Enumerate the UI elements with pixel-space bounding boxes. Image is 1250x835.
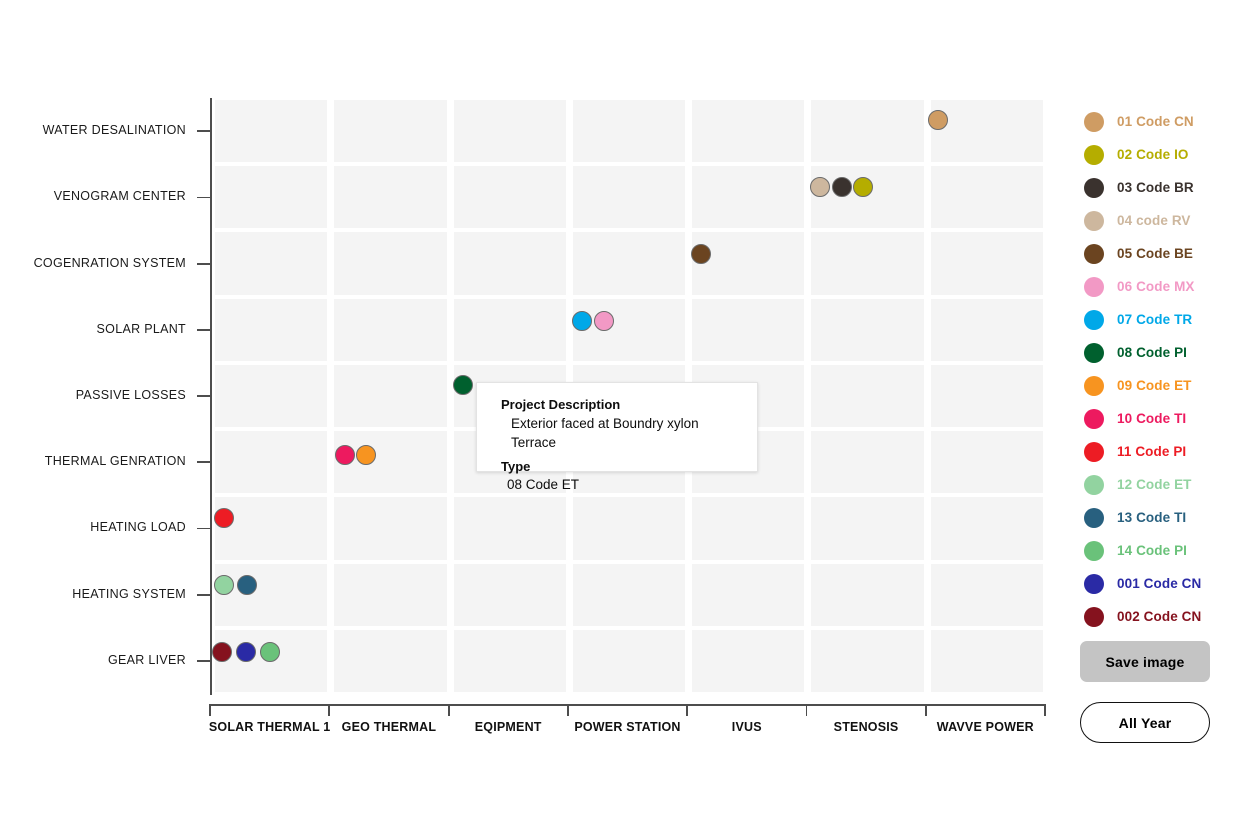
legend-item-label: 12 Code ET — [1117, 477, 1192, 492]
legend-item-label: 002 Code CN — [1117, 609, 1202, 624]
legend-item[interactable]: 10 Code TI — [1084, 402, 1250, 435]
legend-item[interactable]: 001 Code CN — [1084, 567, 1250, 600]
tooltip-description-value: Exterior faced at Boundry xylon Terrace — [511, 415, 699, 451]
legend-item[interactable]: 12 Code ET — [1084, 468, 1250, 501]
data-point[interactable] — [335, 445, 355, 465]
data-point[interactable] — [853, 177, 873, 197]
data-point[interactable] — [810, 177, 830, 197]
legend-item-label: 11 Code PI — [1117, 444, 1187, 459]
data-point[interactable] — [691, 244, 711, 264]
legend-swatch-icon — [1084, 375, 1104, 396]
data-point[interactable] — [237, 575, 257, 595]
legend-swatch-icon — [1084, 111, 1104, 132]
data-point[interactable] — [832, 177, 852, 197]
legend-item[interactable]: 04 code RV — [1084, 204, 1250, 237]
legend-swatch-icon — [1084, 276, 1104, 297]
legend-swatch-icon — [1084, 144, 1104, 165]
legend-item[interactable]: 14 Code PI — [1084, 534, 1250, 567]
legend-swatch-icon — [1084, 507, 1104, 528]
legend-item[interactable]: 06 Code MX — [1084, 270, 1250, 303]
legend-item-label: 01 Code CN — [1117, 114, 1194, 129]
data-point[interactable] — [572, 311, 592, 331]
legend-item-label: 001 Code CN — [1117, 576, 1202, 591]
legend-swatch-icon — [1084, 210, 1104, 231]
legend-swatch-icon — [1084, 408, 1104, 429]
legend-swatch-icon — [1084, 540, 1104, 561]
legend-item[interactable]: 08 Code PI — [1084, 336, 1250, 369]
legend-item[interactable]: 002 Code CN — [1084, 600, 1250, 633]
data-point[interactable] — [236, 642, 256, 662]
legend-item[interactable]: 09 Code ET — [1084, 369, 1250, 402]
legend-item[interactable]: 07 Code TR — [1084, 303, 1250, 336]
data-point[interactable] — [356, 445, 376, 465]
tooltip-description-heading: Project Description — [501, 397, 621, 412]
legend-item[interactable]: 13 Code TI — [1084, 501, 1250, 534]
data-point[interactable] — [212, 642, 232, 662]
point-tooltip: Project Description Exterior faced at Bo… — [476, 382, 758, 492]
data-point[interactable] — [453, 375, 473, 395]
data-point[interactable] — [214, 575, 234, 595]
legend-item-label: 06 Code MX — [1117, 279, 1195, 294]
data-point[interactable] — [928, 110, 948, 130]
legend-item-label: 14 Code PI — [1117, 543, 1188, 558]
data-point[interactable] — [260, 642, 280, 662]
legend-item[interactable]: 01 Code CN — [1084, 105, 1250, 138]
legend-swatch-icon — [1084, 243, 1104, 264]
legend-item-label: 05 Code BE — [1117, 246, 1194, 261]
legend-item[interactable]: 03 Code BR — [1084, 171, 1250, 204]
legend: 01 Code CN 02 Code IO 03 Code BR 04 code RV… — [1084, 105, 1250, 633]
legend-item-label: 08 Code PI — [1117, 345, 1188, 360]
legend-item[interactable]: 02 Code IO — [1084, 138, 1250, 171]
legend-item-label: 03 Code BR — [1117, 180, 1194, 195]
tooltip-type-heading: Type — [501, 458, 531, 474]
chart-page: WATER DESALINATION VENOGRAM CENTER COGENRA… — [0, 0, 1250, 835]
legend-item[interactable]: 05 Code BE — [1084, 237, 1250, 270]
legend-item-label: 09 Code ET — [1117, 378, 1192, 393]
legend-item[interactable]: 11 Code PI — [1084, 435, 1250, 468]
legend-item-label: 10 Code TI — [1117, 411, 1187, 426]
legend-item-label: 13 Code TI — [1117, 510, 1187, 525]
save-image-button[interactable]: Save image — [1080, 641, 1210, 682]
legend-swatch-icon — [1084, 474, 1104, 495]
legend-swatch-icon — [1084, 309, 1104, 330]
legend-item-label: 02 Code IO — [1117, 147, 1189, 162]
legend-swatch-icon — [1084, 342, 1104, 363]
legend-swatch-icon — [1084, 606, 1104, 627]
legend-item-label: 04 code RV — [1117, 213, 1191, 228]
data-point[interactable] — [594, 311, 614, 331]
all-year-button[interactable]: All Year — [1080, 702, 1210, 743]
legend-swatch-icon — [1084, 177, 1104, 198]
legend-item-label: 07 Code TR — [1117, 312, 1193, 327]
tooltip-type-value: 08 Code ET — [507, 477, 580, 493]
legend-swatch-icon — [1084, 441, 1104, 462]
data-point[interactable] — [214, 508, 234, 528]
legend-swatch-icon — [1084, 573, 1104, 594]
